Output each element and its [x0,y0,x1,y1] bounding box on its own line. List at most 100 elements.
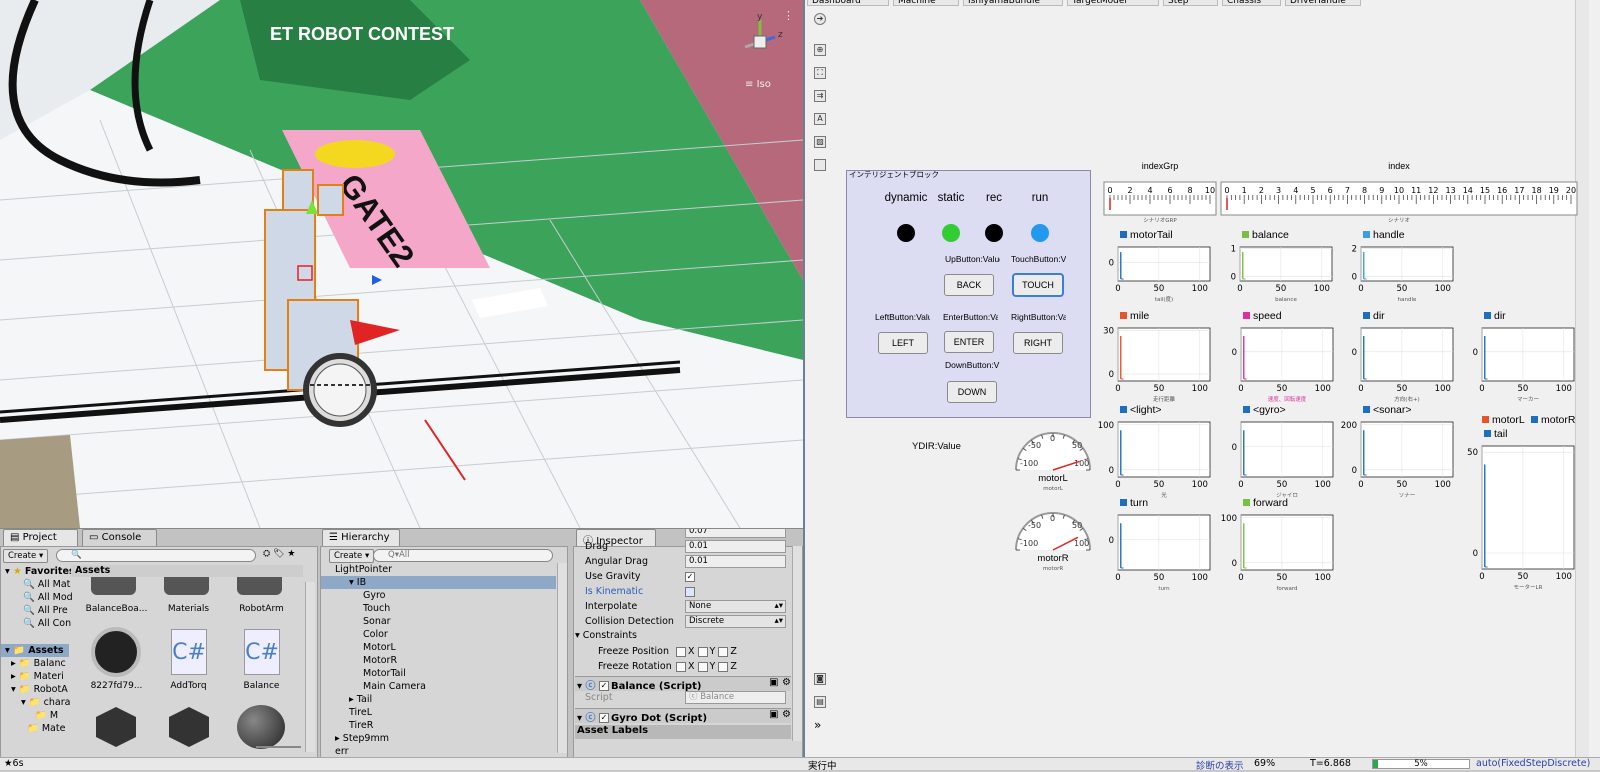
chart-8: 0 50 1000<gyro>ジャイロ [1232,404,1334,499]
chart-plot-area [1240,421,1334,478]
y-tick-label: 100 [1221,514,1237,524]
x-axis-label: マーカー [1517,396,1539,403]
ruler-title: indexGrp [1142,161,1179,171]
chart-title: <gyro> [1253,404,1286,416]
legend-swatch [1243,312,1250,319]
chart-plot-area [1240,327,1334,382]
legend-swatch [1482,416,1489,423]
chart-title: <light> [1130,404,1162,416]
legend-swatch [1484,430,1491,437]
ruler-tick: 6 [1328,186,1333,195]
x-tick-label: 100 [1314,284,1330,294]
x-tick-label: 0 [1115,284,1120,294]
x-axis-label: forward [1276,586,1297,592]
chart-title: speed [1253,310,1282,322]
ruler-tick: 10 [1394,186,1404,195]
ruler-tick: 4 [1147,186,1152,195]
chart-title: dir [1373,310,1385,322]
x-axis-label: handle [1398,297,1417,303]
x-tick-label: 50 [1396,284,1407,294]
y-tick-label: 30 [1103,327,1114,337]
x-axis-label: モーターLR [1514,583,1543,591]
x-tick-label: 50 [1517,572,1528,582]
x-tick-label: 100 [1315,384,1331,394]
y-tick-label: 1 [1231,245,1236,255]
chart-9: 0 50 100 200 0 <sonar> ソナー [1341,404,1454,499]
ruler-tick: 7 [1345,186,1350,195]
x-tick-label: 50 [1275,284,1286,294]
x-tick-label: 0 [1479,572,1484,582]
x-tick-label: 100 [1556,572,1572,582]
x-tick-label: 100 [1435,384,1451,394]
ruler-tick: 0 [1224,186,1229,195]
chart-title: motorTail [1130,229,1173,241]
y-tick-label: 0 [1109,466,1114,476]
x-tick-label: 50 [1153,384,1164,394]
y-tick-label: 100 [1098,421,1114,431]
ruler-tick: 18 [1532,186,1542,195]
chart-title: balance [1252,229,1289,241]
charts-layer: indexGrp0 2 4 6 8 10シナリオGRPindex0 1 2 3 4 5 6 7 8 9 10 1… [1098,161,1578,592]
y-tick-label: 0 [1231,273,1236,283]
y-tick-label: 0 [1352,348,1357,358]
legend-swatch [1242,231,1249,238]
chart-title: mile [1130,310,1149,322]
chart-plot-area [1481,327,1575,382]
chart-plot-area [1360,246,1454,282]
y-tick-label: 0 [1109,536,1114,546]
y-tick-label: 0 [1232,559,1237,569]
x-tick-label: 100 [1315,480,1331,490]
ruler-tick: 13 [1446,186,1456,195]
solver-link[interactable]: auto(FixedStepDiscrete) [1476,758,1590,769]
x-tick-label: 50 [1396,480,1407,490]
x-axis-label: balance [1275,297,1297,303]
y-tick-label: 0 [1109,370,1114,380]
x-tick-label: 0 [1358,284,1363,294]
x-axis-label: 光 [1161,491,1167,499]
ruler-tick: 2 [1127,186,1132,195]
x-tick-label: 0 [1115,384,1120,394]
ruler-caption: シナリオGRP [1143,217,1177,224]
y-tick-label: 0 [1473,549,1478,559]
x-tick-label: 100 [1192,573,1208,583]
x-tick-label: 50 [1276,384,1287,394]
zoom-percent: 69% [1254,758,1276,769]
chart-title: handle [1373,229,1405,241]
chart-plot-area [1360,327,1454,382]
ruler-tick: 8 [1362,186,1367,195]
x-tick-label: 50 [1517,384,1528,394]
ruler-tick: 11 [1411,186,1421,195]
legend-swatch [1363,312,1370,319]
x-tick-label: 50 [1396,384,1407,394]
ruler-tick: 19 [1549,186,1559,195]
legend-swatch [1484,312,1491,319]
ruler-tick: 12 [1428,186,1438,195]
x-tick-label: 50 [1153,480,1164,490]
x-tick-label: 100 [1192,384,1208,394]
x-tick-label: 0 [1115,480,1120,490]
chart-plot-area [1117,327,1211,382]
ruler-tick: 9 [1379,186,1384,195]
chart-2: 0 50 100 2 0 handle handle [1352,229,1454,303]
x-tick-label: 100 [1435,480,1451,490]
chart-10: 0 50 100 0 turn turn [1109,497,1211,592]
x-axis-label: 方向(右+) [1394,395,1419,403]
legend-swatch [1120,231,1127,238]
ruler-tick: 0 [1107,186,1112,195]
x-tick-label: 0 [1238,384,1243,394]
x-tick-label: 0 [1237,284,1242,294]
ruler-tick: 15 [1480,186,1490,195]
ruler-caption: シナリオ [1388,217,1410,224]
x-tick-label: 50 [1276,573,1287,583]
chart-plot-area [1481,445,1575,570]
chart-plot-area [1240,514,1334,571]
ruler-tick: 10 [1205,186,1215,195]
x-axis-label: turn [1158,586,1170,592]
ruler-tick: 5 [1310,186,1315,195]
status-bar: ★6s 実行中 診断の表示 69% T=6.868 5% auto(FixedS… [0,757,1600,772]
index-ruler [1103,181,1217,216]
chart-3: 0 50 100 30 0 mile 走行距離 [1103,310,1211,403]
chart-6: 0 50 100 0 dir マーカー [1473,310,1575,403]
ruler-tick: 8 [1187,186,1192,195]
ruler-tick: 17 [1514,186,1524,195]
